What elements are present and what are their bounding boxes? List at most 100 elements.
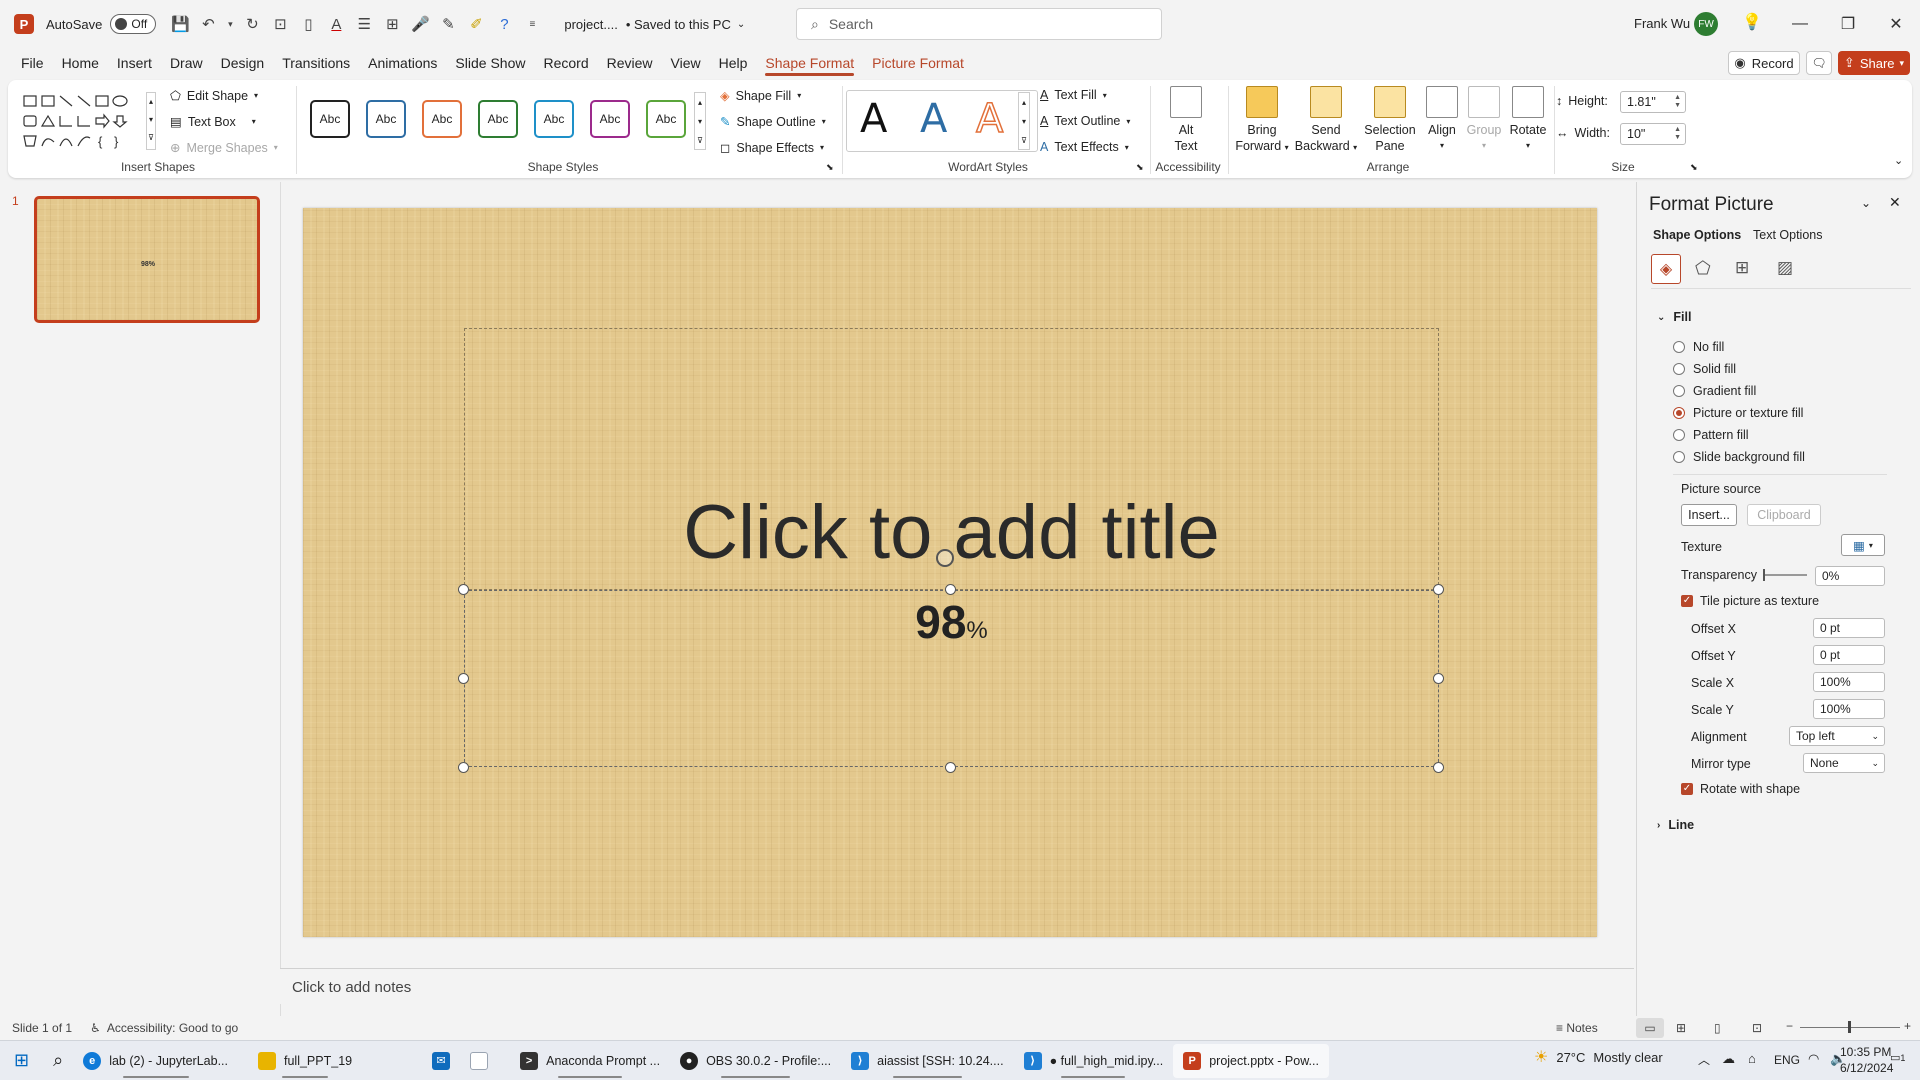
normal-view-icon[interactable]: ▭ [1636, 1018, 1664, 1038]
notes-pane[interactable]: Click to add notes [280, 968, 1634, 1004]
resize-handle[interactable] [945, 762, 956, 773]
shape-outline-button[interactable]: ✎ Shape Outline ▾ [720, 114, 826, 130]
redo-icon[interactable]: ↻ [241, 13, 263, 35]
send-backward-button[interactable]: Send Backward ▾ [1294, 86, 1358, 156]
taskbar-app-anaconda[interactable]: > Anaconda Prompt ... [510, 1044, 670, 1078]
search-button[interactable]: ⌕ [43, 1044, 73, 1078]
weather-widget[interactable]: ☀ 27°C Mostly clear [1534, 1047, 1663, 1067]
tab-shape-format[interactable]: Shape Format [756, 48, 863, 78]
align-button[interactable]: Align ▾ [1422, 86, 1462, 154]
insert-picture-button[interactable]: Insert... [1681, 504, 1737, 526]
undo-icon[interactable]: ↶ [197, 13, 219, 35]
font-color-icon[interactable]: A [325, 13, 347, 35]
tab-review[interactable]: Review [598, 48, 662, 78]
shape-style-swatch[interactable]: Abc [534, 100, 574, 138]
shape-effects-button[interactable]: ◻ Shape Effects ▾ [720, 140, 824, 156]
taskbar-app-vscode-ssh[interactable]: ⟩ aiassist [SSH: 10.24.... [841, 1044, 1013, 1078]
present-icon[interactable]: ⊡ [269, 13, 291, 35]
chevron-down-icon[interactable]: ⌄ [737, 19, 745, 30]
new-file-icon[interactable]: ▯ [297, 13, 319, 35]
shapes-icon[interactable]: ⊞ [381, 13, 403, 35]
radio-pattern-fill[interactable]: Pattern fill [1673, 428, 1749, 442]
dialog-launcher-icon[interactable]: ⬊ [1136, 162, 1144, 173]
resize-handle[interactable] [945, 584, 956, 595]
height-input[interactable]: 1.81" ▲ ▼ [1620, 91, 1686, 113]
radio-gradient-fill[interactable]: Gradient fill [1673, 384, 1756, 398]
resize-handle[interactable] [1433, 673, 1444, 684]
lightbulb-icon[interactable]: 💡 [1742, 12, 1762, 32]
slider-thumb[interactable] [1763, 569, 1765, 581]
title-placeholder[interactable]: Click to add title [464, 328, 1439, 590]
slide-canvas[interactable]: Click to add title 98% [303, 208, 1597, 937]
shape-style-swatch[interactable]: Abc [478, 100, 518, 138]
alt-text-button[interactable]: Alt Text [1158, 86, 1214, 154]
resize-handle[interactable] [458, 673, 469, 684]
restore-icon[interactable]: ❐ [1824, 0, 1872, 48]
rotate-button[interactable]: Rotate ▾ [1506, 86, 1550, 154]
offset-y-input[interactable]: 0 pt [1813, 645, 1885, 665]
slideshow-icon[interactable]: ⊡ [1752, 1021, 1762, 1035]
resize-handle[interactable] [1433, 762, 1444, 773]
line-spacing-icon[interactable]: ☰ [353, 13, 375, 35]
slide-sorter-icon[interactable]: ⊞ [1676, 1021, 1686, 1035]
cloud-icon[interactable]: ☁ [1722, 1051, 1735, 1067]
radio-solid-fill[interactable]: Solid fill [1673, 362, 1736, 376]
wifi-icon[interactable]: ◠ [1808, 1051, 1819, 1067]
shape-style-swatch[interactable]: Abc [646, 100, 686, 138]
shape-style-swatch[interactable]: Abc [366, 100, 406, 138]
selection-pane-button[interactable]: Selection Pane [1360, 86, 1420, 154]
clock[interactable]: 10:35 PM 6/12/2024 [1840, 1044, 1893, 1076]
resize-handle[interactable] [458, 584, 469, 595]
tab-transitions[interactable]: Transitions [273, 48, 359, 78]
resize-handle[interactable] [458, 762, 469, 773]
close-icon[interactable]: ✕ [1872, 0, 1920, 48]
tab-view[interactable]: View [662, 48, 710, 78]
shape-style-swatch[interactable]: Abc [590, 100, 630, 138]
reading-view-icon[interactable]: ▯ [1714, 1021, 1721, 1035]
tab-slide-show[interactable]: Slide Show [446, 48, 534, 78]
taskbar-app-mail[interactable]: ✉ [422, 1044, 460, 1078]
body-text-box[interactable]: 98% [464, 590, 1439, 767]
rotate-with-shape-checkbox[interactable]: ✓ Rotate with shape [1681, 782, 1800, 796]
zoom-slider-thumb[interactable] [1848, 1021, 1851, 1033]
dialog-launcher-icon[interactable]: ⬊ [1690, 162, 1698, 173]
minimize-icon[interactable]: — [1776, 0, 1824, 48]
shape-style-swatch[interactable]: Abc [422, 100, 462, 138]
taskbar-app-folder[interactable]: full_PPT_19 [248, 1044, 362, 1078]
taskbar-app-vscode-notebook[interactable]: ⟩ ● full_high_mid.ipy... [1014, 1044, 1174, 1078]
tab-shape-options[interactable]: Shape Options [1653, 228, 1741, 242]
tab-picture-format[interactable]: Picture Format [863, 48, 973, 78]
search-input[interactable]: ⌕ Search [796, 8, 1162, 40]
text-box-button[interactable]: ▤ Text Box ▾ [170, 114, 256, 130]
alignment-dropdown[interactable]: Top left ⌄ [1789, 726, 1885, 746]
zoom-in-icon[interactable]: + [1904, 1019, 1911, 1033]
tab-draw[interactable]: Draw [161, 48, 212, 78]
autosave-toggle[interactable]: Off [110, 14, 157, 34]
accessibility-status[interactable]: Accessibility: Good to go [107, 1021, 238, 1035]
wordart-style-outline[interactable]: A [975, 95, 1004, 143]
text-fill-button[interactable]: A Text Fill ▾ [1040, 88, 1107, 102]
wordart-more-button[interactable]: ▴ ▾ ⊽ [1018, 92, 1030, 150]
resize-handle[interactable] [1433, 584, 1444, 595]
avatar[interactable]: FW [1694, 12, 1718, 36]
tab-home[interactable]: Home [53, 48, 108, 78]
transparency-input[interactable]: 0% [1815, 566, 1885, 586]
bring-forward-button[interactable]: Bring Forward ▾ [1232, 86, 1292, 156]
slide-thumbnail[interactable]: 98% [34, 196, 260, 323]
chevron-up-icon[interactable]: ︿ [1698, 1051, 1710, 1068]
shapes-gallery[interactable]: {} [22, 92, 134, 150]
scale-y-input[interactable]: 100% [1813, 699, 1885, 719]
language-indicator[interactable]: ENG [1774, 1053, 1800, 1067]
help-icon[interactable]: ? [493, 13, 515, 35]
tile-picture-checkbox[interactable]: ✓ Tile picture as texture [1681, 594, 1819, 608]
width-input[interactable]: 10" ▲ ▼ [1620, 123, 1686, 145]
zoom-out-icon[interactable]: − [1786, 1019, 1793, 1033]
radio-picture-texture-fill[interactable]: Picture or texture fill [1673, 406, 1803, 420]
taskbar-app-file[interactable] [460, 1044, 498, 1078]
line-section-header[interactable]: › Line [1657, 818, 1694, 832]
tab-file[interactable]: File [12, 48, 53, 78]
taskbar-app-powerpoint[interactable]: Pproject.pptx - Pow... [1173, 1043, 1329, 1078]
file-name[interactable]: project.... [564, 17, 617, 32]
collapse-ribbon-icon[interactable]: ⌄ [1894, 154, 1903, 167]
shapes-gallery-more-button[interactable]: ▴ ▾ ⊽ [146, 92, 156, 150]
